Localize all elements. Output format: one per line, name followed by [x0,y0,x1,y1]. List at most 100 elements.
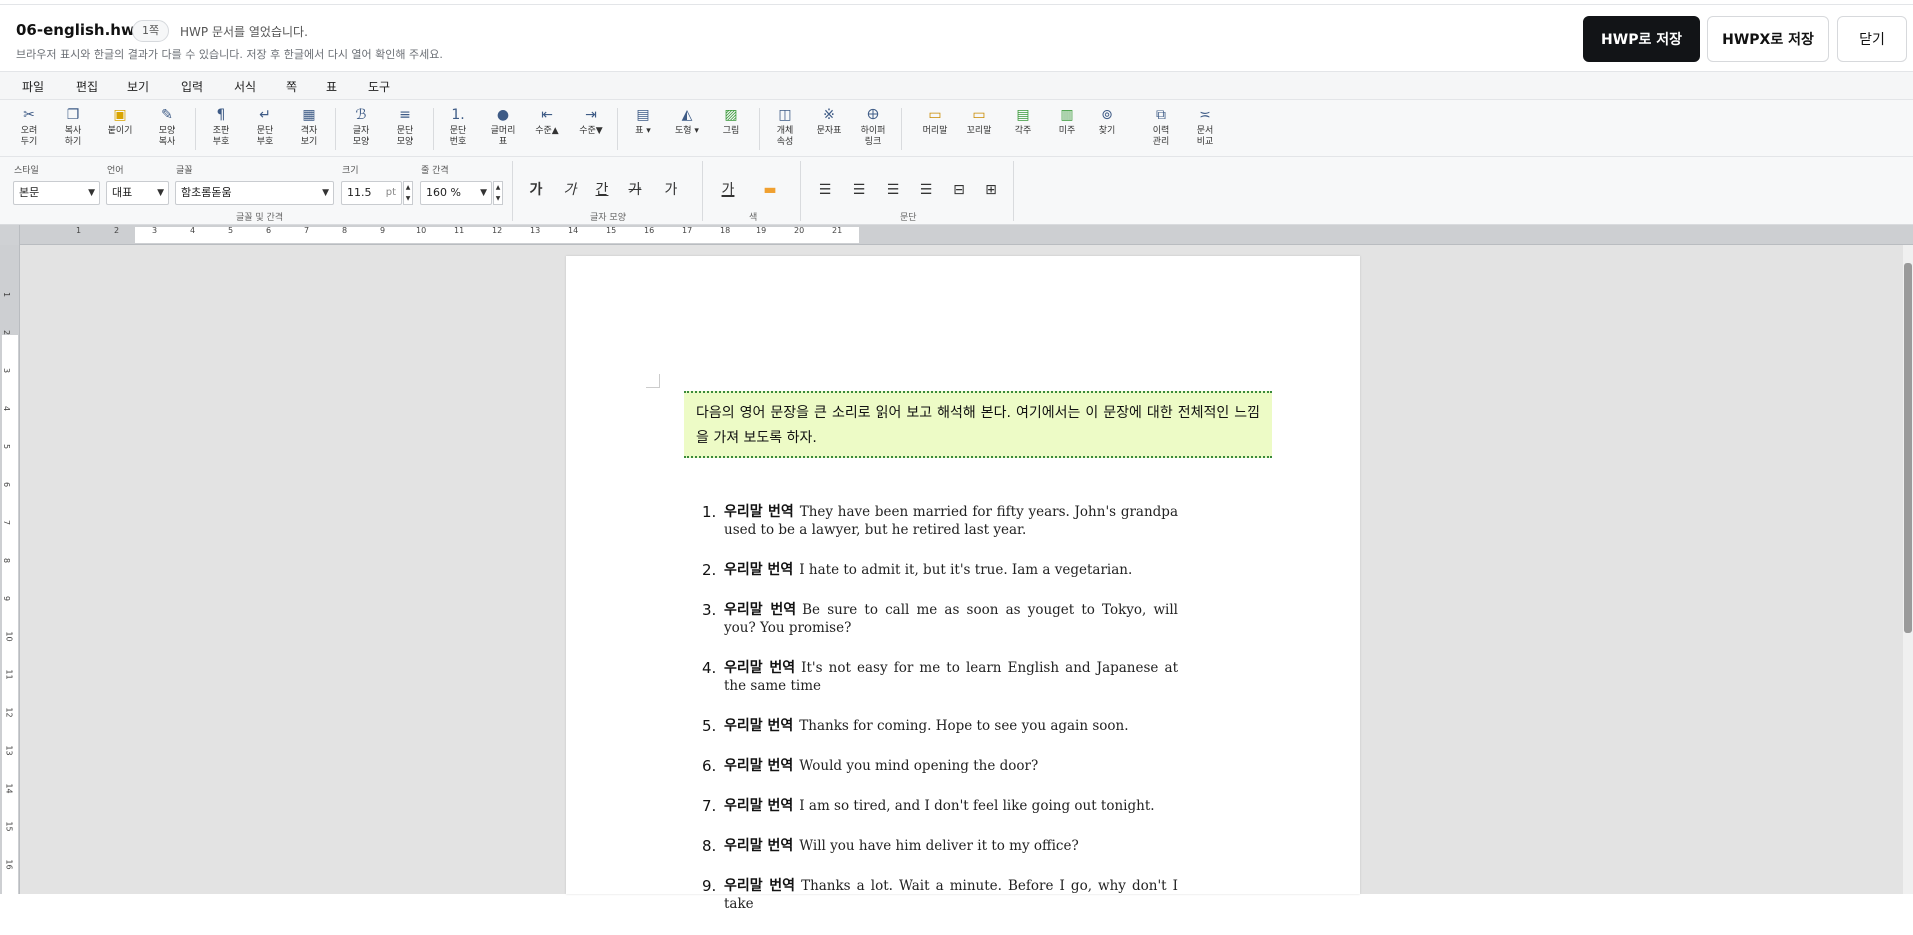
menu-tools[interactable]: 도구 [368,78,390,95]
highlight-color-button[interactable]: ▬ [757,177,783,203]
menu-view[interactable]: 보기 [127,78,149,95]
scrollbar-thumb[interactable] [1904,263,1912,633]
menu-edit[interactable]: 편집 [76,78,98,95]
group-paragraph-label: 문단 [900,213,917,223]
format-painter-icon: ✎ [161,107,173,123]
scissors-icon: ✂ [23,107,35,123]
style-select[interactable]: 본문 ▼ [13,181,100,205]
align-justify-button[interactable]: ☰ [913,177,939,203]
compare-button[interactable]: ≍ 문서 비교 [1185,104,1225,154]
paste-icon: ▣ [113,107,127,123]
size-stepper[interactable]: ▲ ▼ [403,181,413,205]
footnote-icon: ▤ [1016,107,1030,123]
text-color-button[interactable]: 가 [715,177,741,203]
toolbar-separator [195,108,196,150]
horizontal-ruler[interactable]: 1 2 3 4 5 6 7 8 9 10 11 12 13 14 15 16 1… [20,225,1913,245]
menu-file[interactable]: 파일 [22,78,44,95]
language-label: 언어 [107,166,124,176]
italic-button[interactable]: 가 [557,177,583,203]
language-select[interactable]: 대표 ▼ [106,181,169,205]
ruler-tick-label: 11 [454,226,465,235]
para-shape-button[interactable]: ≡ 문단 모양 [385,104,425,154]
level-down-button[interactable]: ⇥ 수준▼ [571,104,611,154]
ruler-tick-label: 8 [342,226,348,235]
close-button[interactable]: 닫기 [1837,16,1907,62]
vertical-ruler[interactable]: 1 2 3 4 5 6 7 8 9 10 11 12 13 14 15 16 [0,245,20,894]
save-hwpx-button[interactable]: HWPX로 저장 [1707,16,1829,62]
char-shape-button[interactable]: ℬ 글자 모양 [341,104,381,154]
spacing-stepper[interactable]: ▲ ▼ [493,181,503,205]
align-right-button[interactable]: ☰ [880,177,906,203]
instruction-box: 다음의 영어 문장을 큰 소리로 읽어 보고 해석해 본다. 여기에서는 이 문… [684,391,1272,458]
document-page[interactable]: 다음의 영어 문장을 큰 소리로 읽어 보고 해석해 본다. 여기에서는 이 문… [566,256,1360,912]
underline-button[interactable]: 간 [589,177,615,203]
line-spacing-select[interactable]: 160 % ▼ [420,181,492,205]
align-left-button[interactable]: ☰ [812,177,838,203]
ruler-tick-label: 12 [492,226,503,235]
ruler-tick-label: 4 [2,405,12,412]
grid-icon: ▦ [302,107,316,123]
page-count-badge: 1쪽 [132,20,170,42]
history-button[interactable]: ⧉ 이력 관리 [1141,104,1181,154]
bullet-button[interactable]: ● 글머리 표 [483,104,523,154]
align-justify-icon: ☰ [919,182,933,198]
ruler-tick-label: 10 [416,226,427,235]
divide-button[interactable]: ⊞ [978,177,1004,203]
font-select[interactable]: 함초롬돋움 ▼ [175,181,334,205]
pilcrow-icon: ¶ [216,107,226,123]
align-center-button[interactable]: ☰ [846,177,872,203]
grid-view-button[interactable]: ▦ 격자 보기 [289,104,329,154]
format-copy-button[interactable]: ✎ 모양 복사 [147,104,187,154]
para-shape-icon: ≡ [399,107,411,123]
bold-button[interactable]: 가 [523,177,549,203]
ruler-tick-label: 7 [304,226,310,235]
level-up-button[interactable]: ⇤ 수준▲ [527,104,567,154]
strikethrough-button[interactable]: 가 [622,177,648,203]
endnote-button[interactable]: ▥ 미주 [1047,104,1087,154]
hyperlink-button[interactable]: 🜨 하이퍼 링크 [853,104,893,154]
ruler-tick-label: 9 [2,595,12,602]
menu-table[interactable]: 표 [326,78,337,95]
object-props-button[interactable]: ◫ 개체 속성 [765,104,805,154]
footer-button[interactable]: ▭ 꼬리말 [959,104,999,154]
ruler-tick-label: 1 [2,291,12,298]
char-shape-icon: ℬ [355,107,367,123]
list-item: 7. 우리말 번역 I am so tired, and I don't feel … [702,797,1155,815]
menu-format[interactable]: 서식 [234,78,256,95]
superscript-button[interactable]: 가 [658,177,684,203]
copy-button[interactable]: ❐ 복사 하기 [53,104,93,154]
paste-button[interactable]: ▣ 붙이기 [100,104,140,154]
paragraph-marks-button[interactable]: ↵ 문단 부호 [245,104,285,154]
table-icon: ▤ [636,107,650,123]
ruler-tick-label: 6 [266,226,272,235]
copy-icon: ❐ [66,107,80,123]
footnote-button[interactable]: ▤ 각주 [1003,104,1043,154]
cut-button[interactable]: ✂ 오려 두기 [9,104,49,154]
toolbar-separator [433,108,434,150]
paragraph-number-button[interactable]: 1. 문단 번호 [438,104,478,154]
save-hwp-button[interactable]: HWP로 저장 [1583,16,1700,62]
toolbar-separator [335,108,336,150]
app-header: 06-english.hwp 1쪽 HWP 문서를 열었습니다. 브라우저 표시… [0,5,1913,71]
find-button[interactable]: ⊚ 찾기 [1087,104,1127,154]
ruler-tick-label: 16 [644,226,655,235]
ruler-tick-label: 12 [4,707,14,718]
symbol-button[interactable]: ※ 문자표 [809,104,849,154]
ruler-tick-label: 16 [4,859,14,870]
layout-marks-button[interactable]: ¶ 조판 부호 [201,104,241,154]
menu-insert[interactable]: 입력 [181,78,203,95]
vertical-scrollbar[interactable] [1903,245,1913,894]
font-size-input[interactable]: 11.5 pt [341,181,402,205]
header-button[interactable]: ▭ 머리말 [915,104,955,154]
ruler-tick-label: 6 [2,481,12,488]
font-label: 글꼴 [176,166,193,176]
ruler-tick-label: 2 [2,329,12,336]
ruler-tick-label: 5 [2,443,12,450]
ruler-tick-label: 18 [720,226,731,235]
shape-button[interactable]: ◭ 도형 ▾ [667,104,707,154]
menu-page[interactable]: 쪽 [286,78,297,95]
table-button[interactable]: ▤ 표 ▾ [623,104,663,154]
group-separator [1013,161,1014,221]
image-button[interactable]: ▨ 그림 [711,104,751,154]
distribute-button[interactable]: ⊟ [946,177,972,203]
